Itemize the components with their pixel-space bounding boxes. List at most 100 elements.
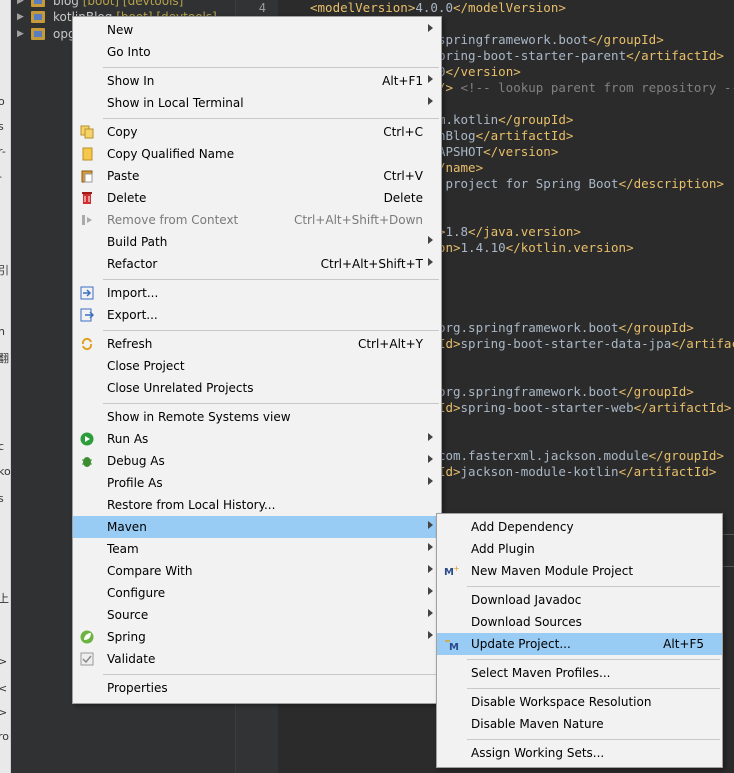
menu-item-download-javadoc[interactable]: Download Javadoc — [437, 589, 722, 611]
menu-item-export[interactable]: Export... — [73, 304, 441, 326]
menu-item-assign-working-sets[interactable]: Assign Working Sets... — [437, 742, 722, 764]
menu-item-select-maven-profiles[interactable]: Select Maven Profiles... — [437, 662, 722, 684]
menu-item-run-as[interactable]: Run As — [73, 428, 441, 450]
menu-item-label: Download Sources — [471, 615, 582, 629]
menu-item-show-in-remote-systems-view[interactable]: Show in Remote Systems view — [73, 406, 441, 428]
menu-item-download-sources[interactable]: Download Sources — [437, 611, 722, 633]
import-icon — [80, 286, 94, 300]
menu-item-label: Disable Maven Nature — [471, 717, 604, 731]
menu-item-label: Validate — [107, 652, 156, 666]
menu-item-disable-workspace-resolution[interactable]: Disable Workspace Resolution — [437, 691, 722, 713]
code-token: spring-boot-starter-parent — [430, 48, 627, 63]
menu-item-update-project[interactable]: M Update Project... Alt+F5 — [437, 633, 722, 655]
svg-text:+: + — [453, 564, 460, 573]
menu-item-label: Debug As — [107, 454, 165, 468]
delete-icon — [80, 191, 94, 205]
menu-item-refactor[interactable]: Refactor Ctrl+Alt+Shift+T — [73, 253, 441, 275]
menu-item-label: Disable Workspace Resolution — [471, 695, 652, 709]
refresh-icon — [80, 337, 94, 351]
code-token: </artifactId> — [618, 464, 717, 479]
code-token: <!-- lookup parent from repository --> — [453, 80, 734, 95]
menu-item-label: Compare With — [107, 564, 193, 578]
menu-item-label: Maven — [107, 520, 147, 534]
menu-item-label: Import... — [107, 286, 159, 300]
menu-item-debug-as[interactable]: Debug As — [73, 450, 441, 472]
code-token: org.springframework.boot — [437, 320, 619, 335]
menu-separator — [467, 658, 720, 660]
menu-item-label: Show in Remote Systems view — [107, 410, 291, 424]
menu-item-new[interactable]: New — [73, 19, 441, 41]
menu-item-properties[interactable]: Properties — [73, 677, 441, 699]
menu-item-show-in[interactable]: Show In Alt+F1 — [73, 70, 441, 92]
menu-separator — [103, 117, 439, 119]
menu-item-copy-qualified-name[interactable]: Copy Qualified Name — [73, 143, 441, 165]
chevron-right-icon[interactable]: ▶ — [17, 8, 24, 26]
menu-item-label: Paste — [107, 169, 140, 183]
code-token: </artifactId> — [475, 128, 574, 143]
code-token: jackson-module-kotlin — [460, 464, 619, 479]
project-tags: [boot] [devtools] — [78, 0, 184, 8]
code-token: com.fasterxml.jackson.module — [437, 448, 649, 463]
menu-item-show-in-local-terminal[interactable]: Show in Local Terminal — [73, 92, 441, 114]
menu-item-close-unrelated-projects[interactable]: Close Unrelated Projects — [73, 377, 441, 399]
menu-item-copy[interactable]: Copy Ctrl+C — [73, 121, 441, 143]
menu-item-disable-maven-nature[interactable]: Disable Maven Nature — [437, 713, 722, 735]
code-token: </description> — [618, 176, 724, 191]
submenu-arrow-icon — [428, 477, 433, 485]
left-strip-text: 翻 — [0, 352, 9, 365]
menu-item-shortcut: Delete — [383, 191, 423, 205]
left-strip-text: c — [0, 440, 5, 453]
menu-item-shortcut: Alt+F5 — [663, 637, 704, 651]
menu-item-label: Source — [107, 608, 149, 622]
menu-separator — [467, 585, 720, 587]
submenu-arrow-icon — [428, 609, 433, 617]
menu-item-import[interactable]: Import... — [73, 282, 441, 304]
menu-item-label: Refactor — [107, 257, 158, 271]
menu-item-label: Copy — [107, 125, 138, 139]
maven-update-icon: M — [444, 637, 459, 653]
left-strip-text: < — [0, 682, 8, 695]
menu-item-label: Profile As — [107, 476, 163, 490]
menu-item-go-into[interactable]: Go Into — [73, 41, 441, 63]
code-token: </artifactId> — [633, 400, 732, 415]
project-name: blog — [53, 0, 79, 8]
submenu-arrow-icon — [428, 75, 433, 83]
left-strip-text: - — [0, 170, 2, 183]
maven-module-icon: M + — [444, 564, 460, 578]
menu-item-shortcut: Ctrl+Alt+Shift+T — [320, 257, 423, 271]
menu-item-source[interactable]: Source — [73, 604, 441, 626]
spring-icon — [80, 630, 94, 644]
code-line[interactable]: <modelVersion>4.0.0</modelVersion> — [310, 0, 566, 16]
paste-icon — [80, 169, 94, 183]
menu-item-paste[interactable]: Paste Ctrl+V — [73, 165, 441, 187]
menu-item-add-plugin[interactable]: Add Plugin — [437, 538, 722, 560]
menu-item-validate[interactable]: Validate — [73, 648, 441, 670]
chevron-right-icon[interactable]: ▶ — [17, 25, 24, 43]
left-strip-text: ro — [0, 730, 10, 743]
left-strip-text: 上 — [0, 592, 9, 605]
menu-item-maven[interactable]: Maven — [73, 516, 441, 538]
menu-item-label: Show in Local Terminal — [107, 96, 244, 110]
menu-item-compare-with[interactable]: Compare With — [73, 560, 441, 582]
menu-item-team[interactable]: Team — [73, 538, 441, 560]
menu-item-refresh[interactable]: Refresh Ctrl+Alt+Y — [73, 333, 441, 355]
menu-separator — [467, 687, 720, 689]
menu-item-spring[interactable]: Spring — [73, 626, 441, 648]
code-token: </modelVersion> — [453, 0, 566, 15]
menu-item-build-path[interactable]: Build Path — [73, 231, 441, 253]
left-strip-text: ko — [0, 465, 11, 478]
code-token: spring-boot-starter-data-jpa — [460, 336, 672, 351]
menu-item-delete[interactable]: Delete Delete — [73, 187, 441, 209]
menu-item-label: New — [107, 23, 134, 37]
menu-item-add-dependency[interactable]: Add Dependency — [437, 516, 722, 538]
menu-item-shortcut: Ctrl+V — [383, 169, 423, 183]
project-folder-icon — [31, 11, 45, 23]
line-number: 4 — [258, 1, 266, 15]
menu-item-profile-as[interactable]: Profile As — [73, 472, 441, 494]
menu-item-new-maven-module-project[interactable]: M + New Maven Module Project — [437, 560, 722, 582]
left-strip-text: s — [0, 492, 4, 505]
menu-item-configure[interactable]: Configure — [73, 582, 441, 604]
code-token: </java.version> — [468, 224, 581, 239]
menu-item-restore-from-local-history[interactable]: Restore from Local History... — [73, 494, 441, 516]
menu-item-close-project[interactable]: Close Project — [73, 355, 441, 377]
